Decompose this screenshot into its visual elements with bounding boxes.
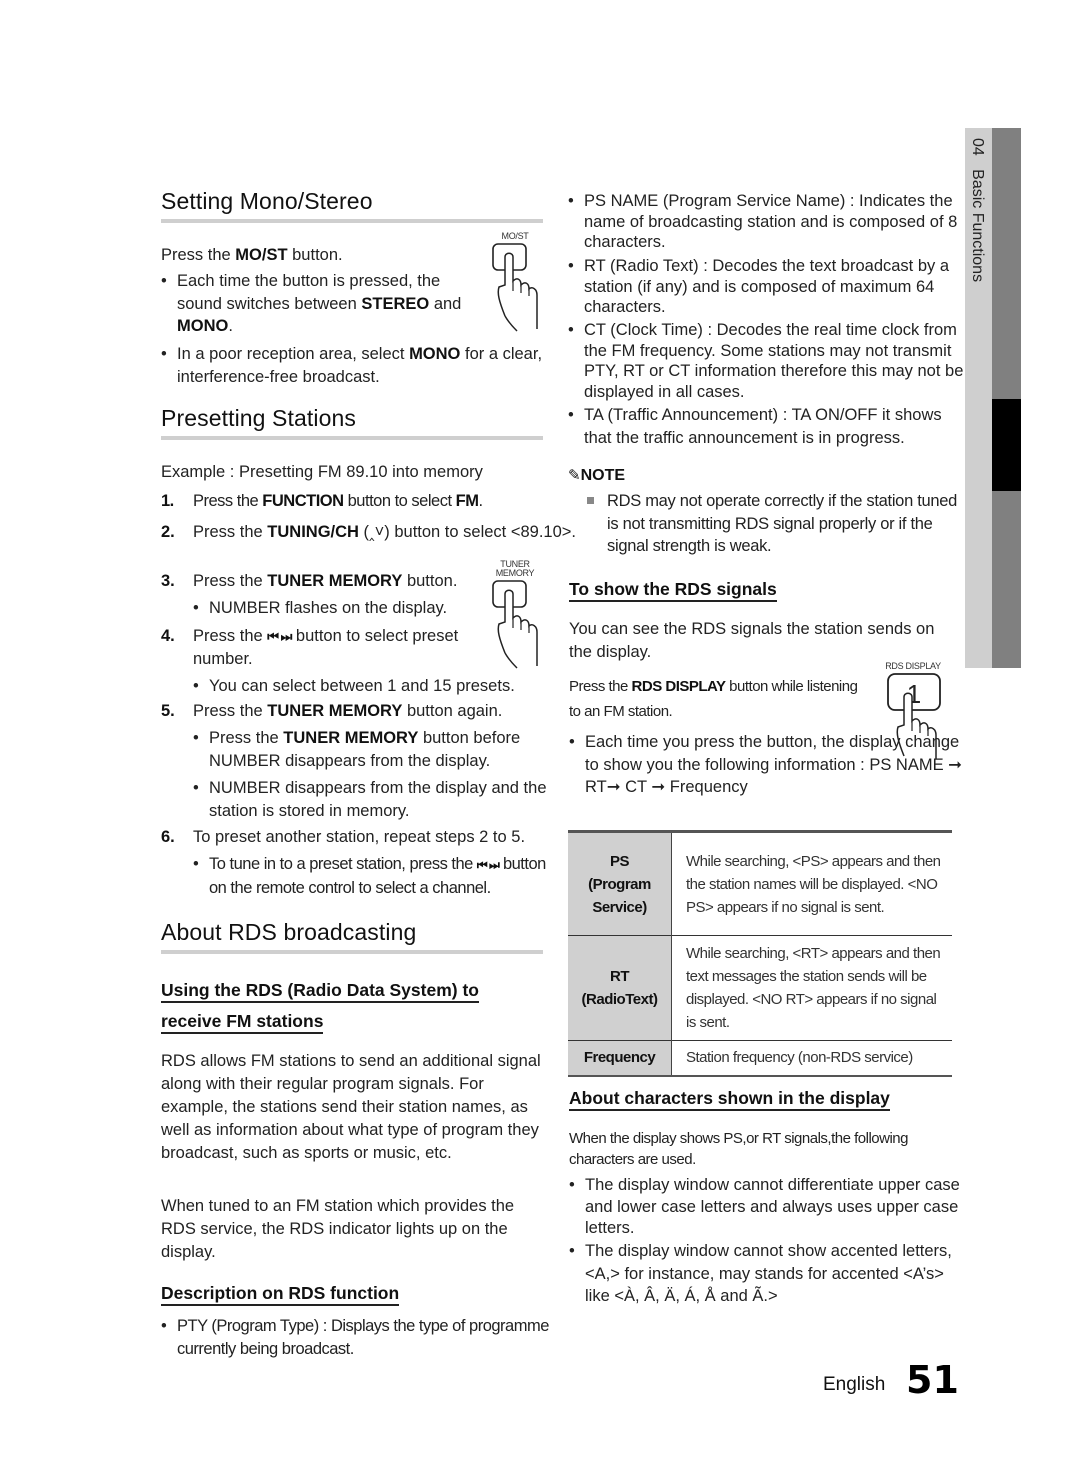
heading-presetting-stations: Presetting Stations [161,405,543,440]
step-4-bullet: You can select between 1 and 15 presets. [193,675,554,698]
rds-function-rt: RT (Radio Text) : Decodes the text broad… [568,256,974,318]
heading-show-rds-signals: To show the RDS signals [569,574,777,605]
heading-about-characters: About characters shown in the display [569,1083,890,1114]
side-tab-strip [992,128,1021,668]
note-text: RDS may not operate correctly if the sta… [587,490,967,558]
mo-st-caption: MO/ST [501,231,529,241]
rds-function-ct: CT (Clock Time) : Decodes the real time … [568,320,964,402]
step-4: 4. Press the ⏮ ⏭ button to select preset … [161,627,459,668]
step-2: 2. Press the TUNING/CH (‸˅) button to sel… [161,523,576,541]
rds-paragraph-2: When tuned to an FM station which provid… [161,1197,515,1261]
table-value: While searching, <RT> appears and then t… [671,935,952,1041]
characters-bullet: The display window cannot differentiate … [569,1175,965,1240]
side-tab-marker [992,399,1021,491]
show-signals-intro: You can see the RDS signals the station … [569,620,935,661]
step-3: 3. Press the TUNER MEMORY button. [161,572,458,590]
step-5: 5. Press the TUNER MEMORY button again. [161,702,503,720]
step-3-bullet: NUMBER flashes on the display. [193,597,499,620]
rds-function-ps-name: PS NAME (Program Service Name) : Indicat… [568,191,969,253]
memory-caption: MEMORY [495,568,535,578]
rds-paragraph-1: RDS allows FM stations to send an additi… [161,1052,541,1162]
heading-about-rds: About RDS broadcasting [161,919,543,954]
pressing-hand-icon [492,580,538,669]
note-label: ✎NOTE [568,467,626,484]
mono-stereo-bullet: In a poor reception area, select MONO fo… [161,343,547,388]
step-6-bullet: To tune in to a preset station, press th… [193,853,554,899]
table-key: RT (RadioText) [568,935,672,1041]
characters-bullet: The display window cannot show accented … [569,1240,965,1308]
step-1: 1. Press the FUNCTION button to select FM… [161,492,483,510]
show-signals-press: Press the RDS DISPLAY button while liste… [569,678,858,720]
mono-stereo-bullet: Each time the button is pressed, the sou… [161,270,477,338]
pressing-hand-icon [492,243,538,332]
table-key: Frequency [568,1040,672,1076]
footer-language: English [823,1374,886,1395]
presetting-example: Example : Presetting FM 89.10 into memor… [161,463,483,481]
table-value: While searching, <PS> appears and then t… [686,852,941,916]
show-signals-bullet: Each time you press the button, the disp… [569,731,970,799]
heading-mono-stereo: Setting Mono/Stereo [161,188,543,223]
table-key: PS (Program Service) [568,831,672,936]
step-6: 6. To preset another station, repeat step… [161,828,526,846]
characters-intro: When the display shows PS,or RT signals,… [569,1130,908,1168]
mono-stereo-intro: Press the MO/ST button. [161,246,343,264]
table-row: Frequency Station frequency (non-RDS ser… [568,1040,952,1076]
rds-function-pty: PTY (Program Type) : Displays the type o… [161,1315,557,1360]
table-row: PS (Program Service) While searching, <PS… [568,831,952,936]
rds-info-table: PS (Program Service) While searching, <PS… [568,830,952,1077]
pencil-icon: ✎ [568,467,581,484]
heading-description-rds: Description on RDS function [161,1278,400,1309]
square-bullet-icon [587,497,594,504]
step-5-bullet: Press the TUNER MEMORY button before NUM… [193,727,554,772]
table-row: RT (RadioText) While searching, <RT> appe… [568,935,952,1041]
rds-function-ta: TA (Traffic Announcement) : TA ON/OFF it… [568,404,969,450]
page-number: 51 [906,1358,959,1402]
chapter-number: 04 [969,138,986,156]
table-value: Station frequency (non-RDS service) [671,1040,952,1076]
mo-st-button-icon: MO/ST [487,232,543,332]
step-5-bullet: NUMBER disappears from the display and t… [193,777,554,822]
heading-using-rds: Using the RDS (Radio Data System) to rece… [161,975,479,1037]
rds-display-caption: RDS DISPLAY [885,661,941,671]
